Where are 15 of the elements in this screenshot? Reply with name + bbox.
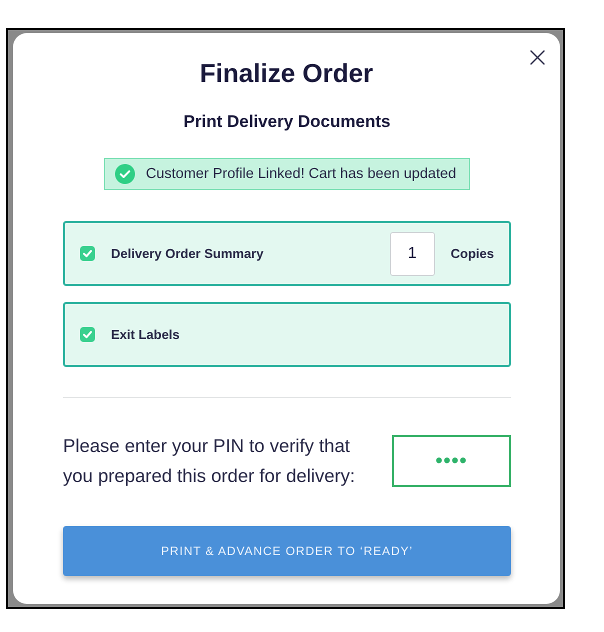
- option-label: Exit Labels: [111, 327, 181, 342]
- option-label: Delivery Order Summary: [111, 246, 264, 261]
- check-circle-icon: [114, 164, 135, 184]
- print-advance-button[interactable]: PRINT & ADVANCE ORDER TO ‘READY’: [63, 526, 511, 576]
- checkbox[interactable]: [80, 327, 95, 342]
- copies-field[interactable]: 1: [390, 232, 435, 276]
- banner-message: Customer Profile Linked! Cart has been updated: [146, 166, 456, 182]
- checkbox[interactable]: [80, 246, 95, 261]
- close-button[interactable]: [530, 50, 545, 65]
- dialog-title: Finalize Order: [200, 58, 374, 88]
- dialog-subtitle: Print Delivery Documents: [182, 111, 392, 133]
- pin-prompt: Please enter your PIN to verify that you prepared this order for delivery:: [63, 434, 356, 488]
- pin-field[interactable]: ••••: [392, 435, 511, 487]
- close-icon: [530, 50, 545, 65]
- copies-label: Copies: [450, 246, 494, 261]
